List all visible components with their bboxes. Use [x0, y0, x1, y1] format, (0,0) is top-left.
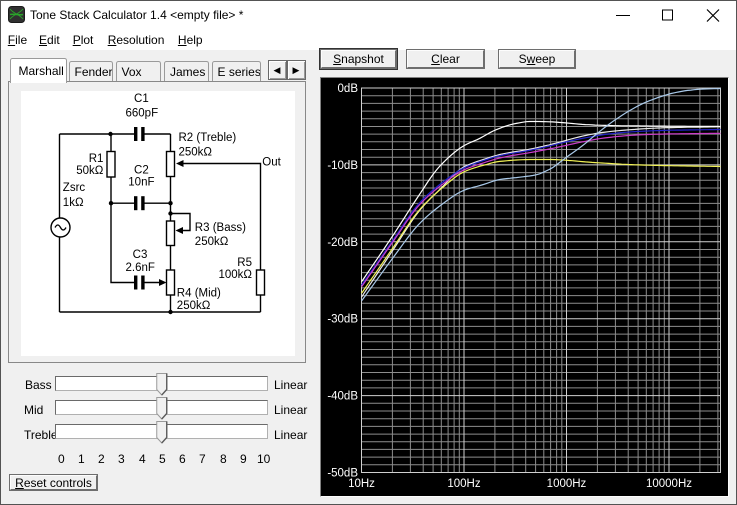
svg-text:Zsrc: Zsrc: [63, 182, 86, 194]
svg-text:Out: Out: [262, 157, 281, 169]
svg-text:250kΩ: 250kΩ: [177, 300, 211, 312]
svg-text:-10dB: -10dB: [327, 160, 358, 172]
svg-text:C3: C3: [133, 249, 148, 261]
svg-text:100kΩ: 100kΩ: [218, 269, 252, 281]
svg-text:100Hz: 100Hz: [447, 478, 480, 490]
svg-text:-40dB: -40dB: [327, 391, 358, 403]
svg-text:1000Hz: 1000Hz: [547, 478, 587, 490]
svg-text:50kΩ: 50kΩ: [76, 165, 104, 177]
svg-text:R3 (Bass): R3 (Bass): [195, 222, 246, 234]
svg-text:C2: C2: [134, 165, 149, 177]
svg-text:1kΩ: 1kΩ: [63, 197, 84, 209]
svg-text:250kΩ: 250kΩ: [195, 236, 229, 248]
svg-text:C1: C1: [134, 93, 149, 105]
svg-text:10000Hz: 10000Hz: [646, 478, 692, 490]
svg-text:-30dB: -30dB: [327, 314, 358, 326]
svg-text:250kΩ: 250kΩ: [179, 146, 213, 158]
svg-text:R4 (Mid): R4 (Mid): [177, 288, 221, 300]
svg-text:R1: R1: [89, 153, 104, 165]
svg-text:10Hz: 10Hz: [348, 478, 375, 490]
svg-text:R2 (Treble): R2 (Treble): [179, 132, 237, 144]
svg-text:-20dB: -20dB: [327, 237, 358, 249]
svg-text:660pF: 660pF: [125, 107, 158, 119]
svg-text:2.6nF: 2.6nF: [125, 262, 154, 274]
svg-text:0dB: 0dB: [338, 83, 359, 95]
svg-text:R5: R5: [237, 257, 252, 269]
svg-text:10nF: 10nF: [128, 177, 154, 189]
